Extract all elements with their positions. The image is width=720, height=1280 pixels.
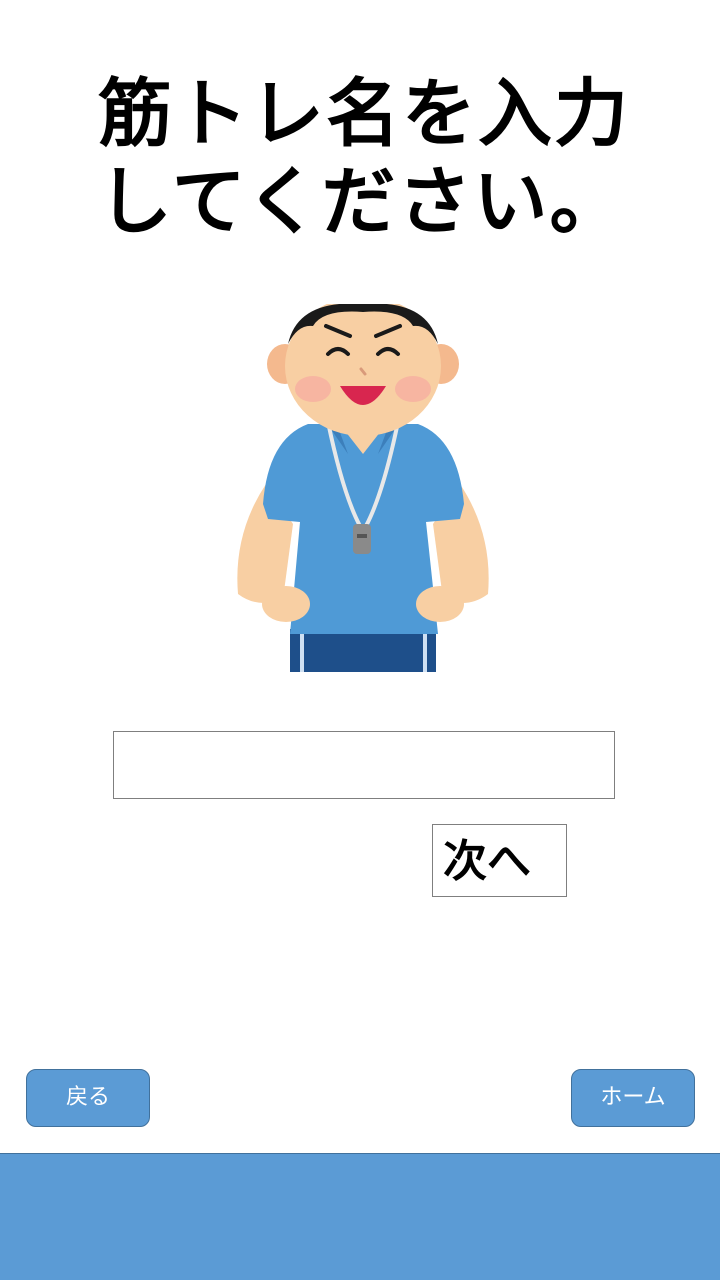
back-button[interactable]: 戻る <box>26 1069 150 1127</box>
footer-bar <box>0 1153 720 1280</box>
page: 筋トレ名を入力してください。 次へ 戻る ホーム <box>0 0 720 1280</box>
page-title: 筋トレ名を入力してください。 <box>98 71 630 245</box>
home-button[interactable]: ホーム <box>571 1069 695 1127</box>
next-button[interactable]: 次へ <box>432 824 567 897</box>
trainer-with-whistle-icon <box>237 304 489 672</box>
exercise-name-input[interactable] <box>113 731 615 799</box>
